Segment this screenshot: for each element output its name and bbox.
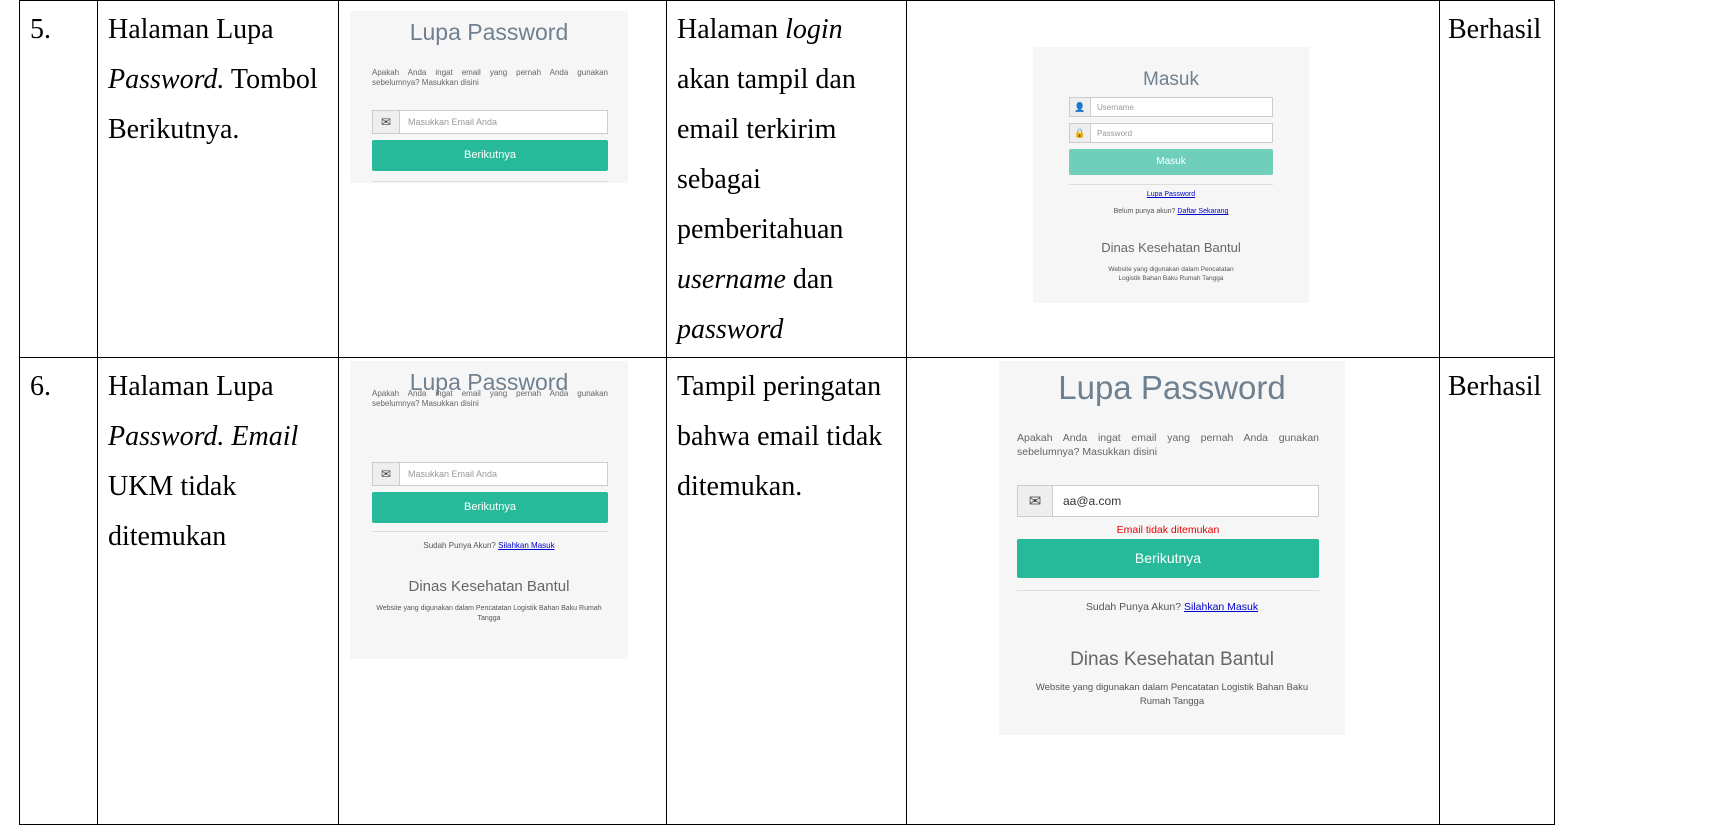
- login-title: Masuk: [1143, 69, 1199, 90]
- envelope-icon: ✉: [373, 463, 400, 485]
- lock-icon: 🔒: [1070, 124, 1091, 142]
- forgot-title: Lupa Password: [409, 19, 569, 45]
- table-row-6: 6. Halaman Lupa Password. Email UKM tida…: [19, 357, 1555, 825]
- result-cell: Berhasil: [1439, 357, 1555, 825]
- scenario-cell: Halaman Lupa Password. Email UKM tidak d…: [97, 357, 339, 825]
- no-account-text: Belum punya akun?: [1113, 208, 1176, 215]
- expected-cell: Tampil peringatan bahwa email tidak dite…: [666, 357, 907, 825]
- result-screenshot-cell: Lupa Password Apakah Anda ingat email ya…: [906, 357, 1440, 825]
- org-name: Dinas Kesehatan Bantul: [408, 578, 570, 595]
- forgot-description: Apakah Anda ingat email yang pernah Anda…: [372, 68, 608, 87]
- org-desc: Website yang digunakan dalam Pencatatan …: [1035, 682, 1309, 707]
- scenario-text: Halaman Lupa Password. Email UKM tidak d…: [108, 371, 299, 552]
- envelope-icon: ✉: [373, 111, 400, 133]
- result-cell: Berhasil: [1439, 0, 1555, 358]
- forgot-password-screenshot: Lupa Password Apakah Anda ingat email ya…: [350, 361, 628, 659]
- scenario-text: Halaman Lupa Password. Tombol Berikutnya…: [108, 14, 318, 145]
- table-row-5: 5. Halaman Lupa Password. Tombol Berikut…: [19, 0, 1555, 358]
- error-message: Email tidak ditemukan: [1116, 524, 1220, 536]
- screenshot-cell: Lupa Password Apakah Anda ingat email ya…: [338, 0, 667, 358]
- row-number-cell: 5.: [19, 0, 98, 358]
- expected-text: Tampil peringatan bahwa email tidak dite…: [677, 371, 883, 502]
- email-field[interactable]: ✉ Masukkan Email Anda: [372, 462, 608, 486]
- divider: [372, 181, 608, 182]
- email-field[interactable]: ✉ Masukkan Email Anda: [372, 110, 608, 134]
- org-desc: Website yang digunakan dalam Pencatatan …: [1108, 266, 1234, 282]
- next-button[interactable]: Berikutnya: [1017, 539, 1319, 578]
- next-button[interactable]: Berikutnya: [372, 140, 608, 171]
- forgot-password-screenshot: Lupa Password Apakah Anda ingat email ya…: [350, 11, 628, 183]
- expected-text: Halaman login akan tampil dan email terk…: [677, 14, 856, 345]
- envelope-icon: ✉: [1018, 486, 1053, 516]
- register-link[interactable]: Daftar Sekarang: [1177, 208, 1228, 215]
- email-field[interactable]: ✉ aa@a.com: [1017, 485, 1319, 517]
- login-screenshot: Masuk 👤 Username 🔒 Password Masuk Lupa P…: [1033, 47, 1309, 303]
- next-button[interactable]: Berikutnya: [372, 492, 608, 523]
- result-screenshot-cell: Masuk 👤 Username 🔒 Password Masuk Lupa P…: [906, 0, 1440, 358]
- test-table: 5. Halaman Lupa Password. Tombol Berikut…: [19, 0, 1555, 825]
- login-button[interactable]: Masuk: [1069, 149, 1273, 175]
- expected-cell: Halaman login akan tampil dan email terk…: [666, 0, 907, 358]
- password-field[interactable]: 🔒 Password: [1069, 123, 1273, 143]
- divider: [1069, 184, 1273, 185]
- screenshot-cell: Lupa Password Apakah Anda ingat email ya…: [338, 357, 667, 825]
- scenario-cell: Halaman Lupa Password. Tombol Berikutnya…: [97, 0, 339, 358]
- forgot-password-error-screenshot: Lupa Password Apakah Anda ingat email ya…: [999, 361, 1345, 735]
- divider: [372, 531, 608, 532]
- login-link[interactable]: Silahkan Masuk: [1184, 601, 1258, 613]
- divider: [1017, 590, 1319, 591]
- org-name: Dinas Kesehatan Bantul: [1101, 240, 1241, 255]
- row-number-cell: 6.: [19, 357, 98, 825]
- user-icon: 👤: [1070, 98, 1091, 116]
- forgot-password-link[interactable]: Lupa Password: [1147, 191, 1195, 198]
- username-field[interactable]: 👤 Username: [1069, 97, 1273, 117]
- org-name: Dinas Kesehatan Bantul: [1070, 649, 1274, 670]
- login-link[interactable]: Silahkan Masuk: [498, 541, 554, 550]
- org-desc: Website yang digunakan dalam Pencatatan …: [376, 605, 602, 622]
